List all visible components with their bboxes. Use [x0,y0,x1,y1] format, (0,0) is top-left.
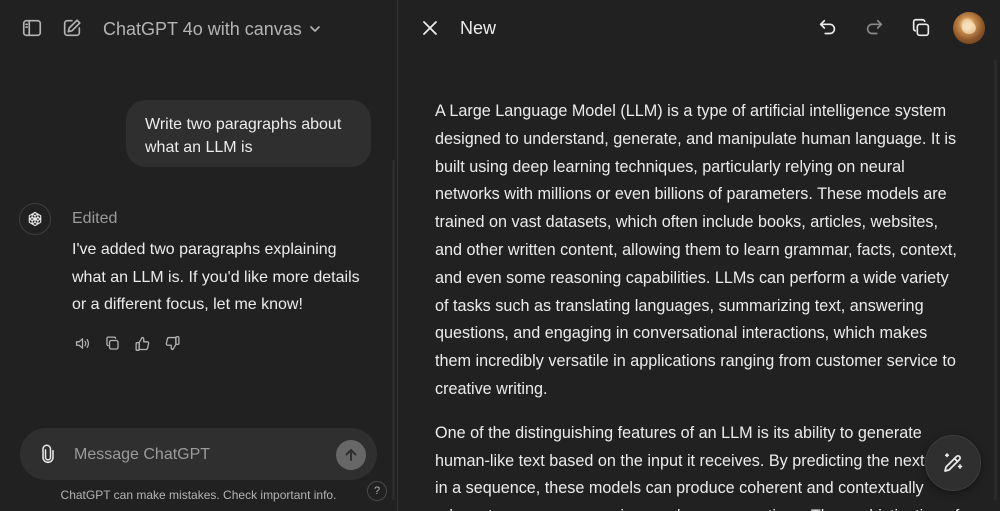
arrow-up-icon [345,449,357,461]
paperclip-icon[interactable] [36,442,60,466]
model-switcher[interactable]: ChatGPT 4o with canvas [103,17,322,41]
user-message-text: Write two paragraphs about what an LLM i… [145,116,342,156]
speaker-icon[interactable] [72,333,92,353]
user-message-bubble: Write two paragraphs about what an LLM i… [126,100,371,167]
new-chat-icon[interactable] [60,16,84,40]
canvas-title: New [460,18,497,38]
close-icon[interactable] [418,16,442,40]
document-paragraph: One of the distinguishing features of an… [435,423,964,511]
undo-icon[interactable] [816,16,840,40]
chat-pane: ChatGPT 4o with canvas Write two paragra… [0,0,397,511]
thumbs-up-icon[interactable] [132,333,152,353]
thumbs-down-icon[interactable] [162,333,182,353]
chat-scrollbar[interactable] [392,160,395,500]
disclaimer-text: ChatGPT can make mistakes. Check importa… [60,488,337,502]
chevron-down-icon [309,26,320,32]
canvas-scrollbar[interactable] [994,60,997,500]
chat-header: ChatGPT 4o with canvas [0,0,397,58]
openai-logo-icon [19,203,51,235]
send-button[interactable] [336,440,366,470]
message-input[interactable] [72,441,326,469]
app-window: ChatGPT 4o with canvas Write two paragra… [0,0,1000,511]
assistant-status: Edited [72,210,118,227]
message-composer [20,428,377,480]
help-button[interactable]: ? [367,481,387,501]
redo-icon[interactable] [862,16,886,40]
copy-icon[interactable] [102,333,122,353]
document-paragraph: A Large Language Model (LLM) is a type o… [435,102,957,398]
edit-suggestions-button[interactable] [925,435,981,491]
message-actions [72,333,182,353]
canvas-document[interactable]: A Large Language Model (LLM) is a type o… [435,98,965,511]
sidebar-toggle-icon[interactable] [20,16,44,40]
copy-icon[interactable] [909,16,933,40]
avatar[interactable] [953,12,985,44]
model-name: ChatGPT 4o with canvas [103,18,302,39]
canvas-pane: New A Large Language Model (LLM) is a ty… [397,0,1000,511]
pencil-sparkle-icon [944,453,963,472]
assistant-message-text: I've added two paragraphs explaining wha… [72,241,360,313]
